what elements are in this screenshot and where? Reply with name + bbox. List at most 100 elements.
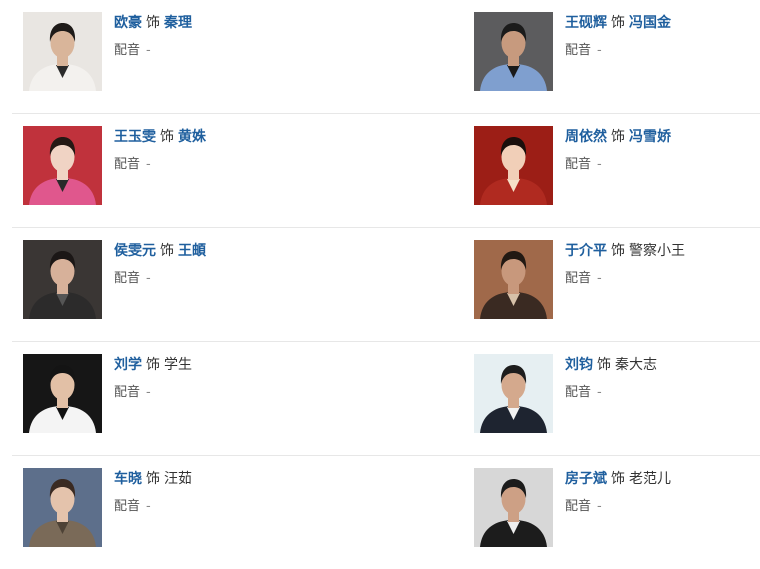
dub-line: 配音 - — [114, 270, 151, 288]
cast-item: 王玉雯饰黄姝 配音 - — [12, 114, 342, 227]
dub-value: - — [146, 43, 151, 58]
actor-photo[interactable] — [474, 12, 553, 91]
actor-photo[interactable] — [474, 354, 553, 433]
cast-title-line: 欧豪饰秦理 — [114, 13, 192, 33]
actor-photo[interactable] — [23, 240, 102, 319]
role-name-link[interactable]: 冯国金 — [629, 15, 671, 31]
cast-item: 于介平饰警察小王 配音 - — [463, 228, 760, 341]
role-name-link[interactable]: 秦理 — [164, 15, 192, 31]
role-connector: 饰 — [597, 357, 611, 373]
role-name-link[interactable]: 冯雪娇 — [629, 129, 671, 145]
cast-row: 侯雯元饰王頔 配音 - 于介平饰警察小王 配音 - — [12, 228, 760, 342]
actor-name-link[interactable]: 车晓 — [114, 471, 142, 487]
portrait-image — [23, 240, 102, 319]
role-name: 警察小王 — [629, 243, 685, 259]
portrait-image — [23, 354, 102, 433]
portrait-image — [23, 126, 102, 205]
portrait-image — [474, 468, 553, 547]
cast-row: 王玉雯饰黄姝 配音 - 周依然饰冯雪娇 配音 - — [12, 114, 760, 228]
cast-row: 车晓饰汪茹 配音 - 房子斌饰老范儿 配音 - — [12, 456, 760, 569]
dub-value: - — [146, 271, 151, 286]
role-connector: 饰 — [611, 471, 625, 487]
dub-value: - — [597, 499, 602, 514]
cast-title-line: 王砚辉饰冯国金 — [565, 13, 671, 33]
actor-name-link[interactable]: 王玉雯 — [114, 129, 156, 145]
actor-photo[interactable] — [23, 12, 102, 91]
actor-photo[interactable] — [474, 468, 553, 547]
portrait-image — [474, 354, 553, 433]
actor-photo[interactable] — [23, 354, 102, 433]
dub-label: 配音 — [114, 499, 141, 514]
cast-item: 侯雯元饰王頔 配音 - — [12, 228, 342, 341]
actor-name-link[interactable]: 侯雯元 — [114, 243, 156, 259]
cast-item: 刘钧饰秦大志 配音 - — [463, 342, 760, 455]
role-connector: 饰 — [611, 243, 625, 259]
cast-title-line: 王玉雯饰黄姝 — [114, 127, 206, 147]
dub-label: 配音 — [565, 157, 592, 172]
role-name: 汪茹 — [164, 471, 192, 487]
dub-value: - — [597, 157, 602, 172]
dub-line: 配音 - — [565, 42, 602, 60]
actor-name-link[interactable]: 欧豪 — [114, 15, 142, 31]
dub-line: 配音 - — [565, 498, 602, 516]
cast-title-line: 刘钧饰秦大志 — [565, 355, 657, 375]
cast-title-line: 侯雯元饰王頔 — [114, 241, 206, 261]
dub-value: - — [597, 43, 602, 58]
role-connector: 饰 — [611, 15, 625, 31]
role-connector: 饰 — [146, 357, 160, 373]
dub-value: - — [597, 271, 602, 286]
actor-name-link[interactable]: 刘钧 — [565, 357, 593, 373]
actor-name-link[interactable]: 房子斌 — [565, 471, 607, 487]
portrait-image — [474, 126, 553, 205]
cast-title-line: 房子斌饰老范儿 — [565, 469, 671, 489]
cast-item: 车晓饰汪茹 配音 - — [12, 456, 342, 569]
dub-label: 配音 — [114, 385, 141, 400]
portrait-image — [23, 468, 102, 547]
portrait-image — [474, 240, 553, 319]
actor-photo[interactable] — [474, 126, 553, 205]
role-connector: 饰 — [160, 129, 174, 145]
role-connector: 饰 — [146, 15, 160, 31]
actor-photo[interactable] — [474, 240, 553, 319]
role-name-link[interactable]: 王頔 — [178, 243, 206, 259]
cast-item: 房子斌饰老范儿 配音 - — [463, 456, 760, 569]
actor-name-link[interactable]: 刘学 — [114, 357, 142, 373]
cast-title-line: 车晓饰汪茹 — [114, 469, 192, 489]
dub-line: 配音 - — [565, 270, 602, 288]
dub-line: 配音 - — [114, 42, 151, 60]
dub-label: 配音 — [114, 271, 141, 286]
dub-label: 配音 — [565, 43, 592, 58]
dub-line: 配音 - — [565, 384, 602, 402]
portrait-image — [23, 12, 102, 91]
dub-line: 配音 - — [114, 498, 151, 516]
dub-value: - — [146, 499, 151, 514]
cast-item: 周依然饰冯雪娇 配音 - — [463, 114, 760, 227]
cast-title-line: 于介平饰警察小王 — [565, 241, 685, 261]
role-connector: 饰 — [611, 129, 625, 145]
cast-item: 欧豪饰秦理 配音 - — [12, 0, 342, 113]
dub-value: - — [146, 157, 151, 172]
role-name: 学生 — [164, 357, 192, 373]
cast-title-line: 周依然饰冯雪娇 — [565, 127, 671, 147]
dub-line: 配音 - — [114, 384, 151, 402]
actor-name-link[interactable]: 于介平 — [565, 243, 607, 259]
actor-name-link[interactable]: 王砚辉 — [565, 15, 607, 31]
actor-name-link[interactable]: 周依然 — [565, 129, 607, 145]
dub-value: - — [146, 385, 151, 400]
role-name: 老范儿 — [629, 471, 671, 487]
dub-label: 配音 — [114, 157, 141, 172]
dub-line: 配音 - — [565, 156, 602, 174]
cast-list: 欧豪饰秦理 配音 - 王砚辉饰冯国金 配音 - 王玉雯饰黄姝 配音 - 周依然 … — [0, 0, 760, 560]
actor-photo[interactable] — [23, 126, 102, 205]
dub-line: 配音 - — [114, 156, 151, 174]
actor-photo[interactable] — [23, 468, 102, 547]
dub-value: - — [597, 385, 602, 400]
cast-row: 刘学饰学生 配音 - 刘钧饰秦大志 配音 - — [12, 342, 760, 456]
cast-item: 刘学饰学生 配音 - — [12, 342, 342, 455]
role-connector: 饰 — [146, 471, 160, 487]
role-name-link[interactable]: 黄姝 — [178, 129, 206, 145]
dub-label: 配音 — [565, 499, 592, 514]
cast-title-line: 刘学饰学生 — [114, 355, 192, 375]
cast-item: 王砚辉饰冯国金 配音 - — [463, 0, 760, 113]
cast-row: 欧豪饰秦理 配音 - 王砚辉饰冯国金 配音 - — [12, 0, 760, 114]
